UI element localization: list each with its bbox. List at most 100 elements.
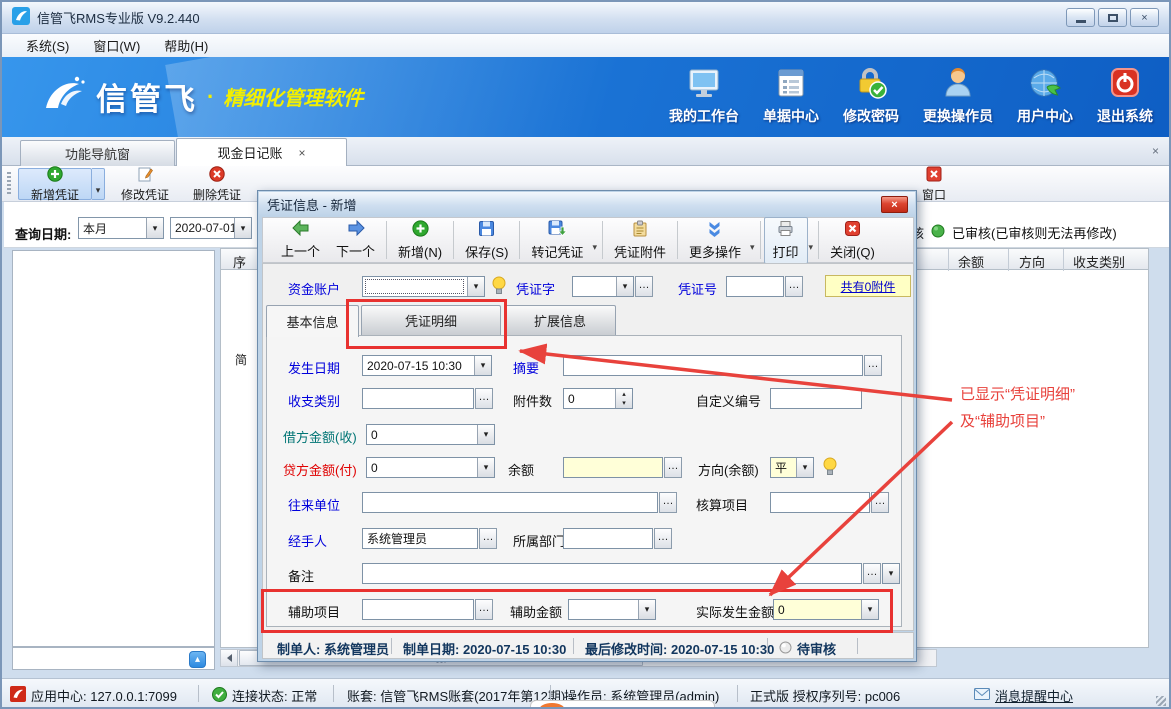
category-input[interactable] <box>362 388 474 409</box>
category-more-button[interactable] <box>475 388 493 409</box>
menu-window[interactable]: 窗口(W) <box>81 33 152 58</box>
close-x-icon <box>844 220 861 240</box>
edit-voucher-button[interactable]: 修改凭证 <box>110 168 180 200</box>
workbench-label: 我的工作台 <box>669 106 739 126</box>
document-center-button[interactable]: 单据中心 <box>763 66 819 126</box>
modified-time-info: 最后修改时间: 2020-07-15 10:30 <box>585 639 774 658</box>
remark-input[interactable] <box>362 563 862 584</box>
fund-account-dropdown-icon[interactable] <box>467 277 484 296</box>
query-period-select[interactable]: 本月 <box>78 217 164 239</box>
add-voucher-button[interactable]: 新增凭证 <box>18 168 92 200</box>
tab-function-nav[interactable]: 功能导航窗 <box>20 140 175 166</box>
remark-dropdown[interactable] <box>882 563 900 584</box>
change-password-button[interactable]: 修改密码 <box>843 66 899 126</box>
license-text: 正式版 授权序列号: pc006 <box>750 686 900 705</box>
query-period-dropdown-icon[interactable] <box>146 218 163 238</box>
transfer-caret[interactable]: ▾ <box>592 242 597 253</box>
fund-account-select[interactable] <box>362 276 485 297</box>
resize-grip[interactable] <box>1156 696 1166 706</box>
tabstrip-close-icon[interactable]: × <box>1152 144 1159 158</box>
voucher-word-select[interactable] <box>572 276 634 297</box>
balance-input[interactable] <box>563 457 663 478</box>
voucher-word-label: 凭证字 <box>516 279 555 298</box>
partner-input[interactable] <box>362 492 658 513</box>
brand-logo: 信管飞 · 精细化管理软件 <box>40 73 363 120</box>
dialog-close-toolbar-button[interactable]: 关闭(Q) <box>822 218 883 263</box>
workbench-icon <box>687 66 721 103</box>
balance-more-button[interactable] <box>664 457 682 478</box>
handler-more-button[interactable] <box>479 528 497 549</box>
tab-extended-info[interactable]: 扩展信息 <box>504 305 616 335</box>
scroll-up-button[interactable] <box>189 651 206 668</box>
app-center-status: 应用中心: 127.0.0.1:7099 <box>10 686 177 705</box>
partial-button-label[interactable]: 简 <box>235 351 247 368</box>
scroll-left-icon[interactable] <box>221 650 238 666</box>
more-operations-button[interactable]: 更多操作 <box>681 218 749 263</box>
dept-input[interactable] <box>563 528 653 549</box>
menu-system[interactable]: 系统(S) <box>14 33 81 58</box>
direction-select[interactable]: 平 <box>770 457 814 478</box>
add-voucher-dropdown[interactable] <box>92 168 105 200</box>
occur-date-select[interactable]: 2020-07-15 10:30 <box>362 355 492 376</box>
switch-operator-label: 更换操作员 <box>923 106 993 126</box>
next-button[interactable]: 下一个 <box>328 218 383 262</box>
print-caret[interactable]: ▾ <box>809 242 814 253</box>
close-button[interactable]: × <box>1130 8 1159 27</box>
more-operations-label: 更多操作 <box>689 242 741 261</box>
stepper-arrows-icon[interactable]: ▴▾ <box>615 389 632 408</box>
printer-icon <box>777 220 794 240</box>
user-center-label: 用户中心 <box>1017 106 1073 126</box>
voucher-no-more-button[interactable] <box>785 276 803 297</box>
tab-close-icon[interactable]: × <box>299 146 306 160</box>
annotation-line1: 已显示“凭证明细” <box>960 381 1075 408</box>
prev-button[interactable]: 上一个 <box>273 218 328 262</box>
handler-input[interactable]: 系统管理员 <box>362 528 478 549</box>
operator-icon <box>941 66 975 103</box>
print-button[interactable]: 打印 <box>764 217 808 264</box>
remark-more-button[interactable] <box>863 563 881 584</box>
debit-select[interactable]: 0 <box>366 424 495 445</box>
app-center-text: 应用中心: 127.0.0.1:7099 <box>31 686 177 705</box>
switch-operator-button[interactable]: 更换操作员 <box>923 66 993 126</box>
connection-status: 连接状态: 正常 <box>212 686 317 705</box>
workbench-button[interactable]: 我的工作台 <box>669 66 739 126</box>
maximize-button[interactable] <box>1098 8 1127 27</box>
account-item-input[interactable] <box>770 492 870 513</box>
save-button[interactable]: 保存(S) <box>457 218 516 263</box>
dialog-add-button[interactable]: 新增(N) <box>390 218 450 263</box>
summary-more-button[interactable] <box>864 355 882 376</box>
partner-more-button[interactable] <box>659 492 677 513</box>
remark-dropdown-icon[interactable] <box>883 564 899 583</box>
category-label: 收支类别 <box>288 391 340 410</box>
query-date-select[interactable]: 2020-07-01 <box>170 217 252 239</box>
voucher-word-dropdown-icon[interactable] <box>616 277 633 296</box>
voucher-attachment-button[interactable]: 凭证附件 <box>606 218 674 263</box>
occur-date-dropdown-icon[interactable] <box>474 356 491 375</box>
message-center-link[interactable]: 消息提醒中心 <box>974 686 1073 705</box>
voucher-no-label: 凭证号 <box>678 279 717 298</box>
credit-select[interactable]: 0 <box>366 457 495 478</box>
minimize-button[interactable] <box>1066 8 1095 27</box>
attach-count-stepper[interactable]: 0 ▴▾ <box>563 388 633 409</box>
voucher-no-input[interactable] <box>726 276 784 297</box>
debit-dropdown-icon[interactable] <box>477 425 494 444</box>
summary-input[interactable] <box>563 355 863 376</box>
account-tree-panel <box>12 250 215 647</box>
attachment-count-link[interactable]: 共有0附件 <box>825 275 911 297</box>
user-center-button[interactable]: 用户中心 <box>1017 66 1073 126</box>
query-date-dropdown-icon[interactable] <box>234 218 251 238</box>
custom-no-input[interactable] <box>770 388 862 409</box>
dept-more-button[interactable] <box>654 528 672 549</box>
account-item-more-button[interactable] <box>871 492 889 513</box>
credit-dropdown-icon[interactable] <box>477 458 494 477</box>
menu-help[interactable]: 帮助(H) <box>152 33 220 58</box>
dialog-close-button[interactable]: × <box>881 196 908 213</box>
more-operations-caret[interactable]: ▾ <box>750 242 755 253</box>
transfer-voucher-button[interactable]: 转记凭证 <box>523 218 591 263</box>
highlight-box-aux-row <box>261 589 893 633</box>
exit-system-button[interactable]: 退出系统 <box>1097 66 1153 126</box>
voucher-word-more-button[interactable] <box>635 276 653 297</box>
delete-voucher-button[interactable]: 删除凭证 <box>182 168 252 200</box>
direction-dropdown-icon[interactable] <box>796 458 813 477</box>
tab-cash-journal[interactable]: 现金日记账 × <box>176 138 347 166</box>
